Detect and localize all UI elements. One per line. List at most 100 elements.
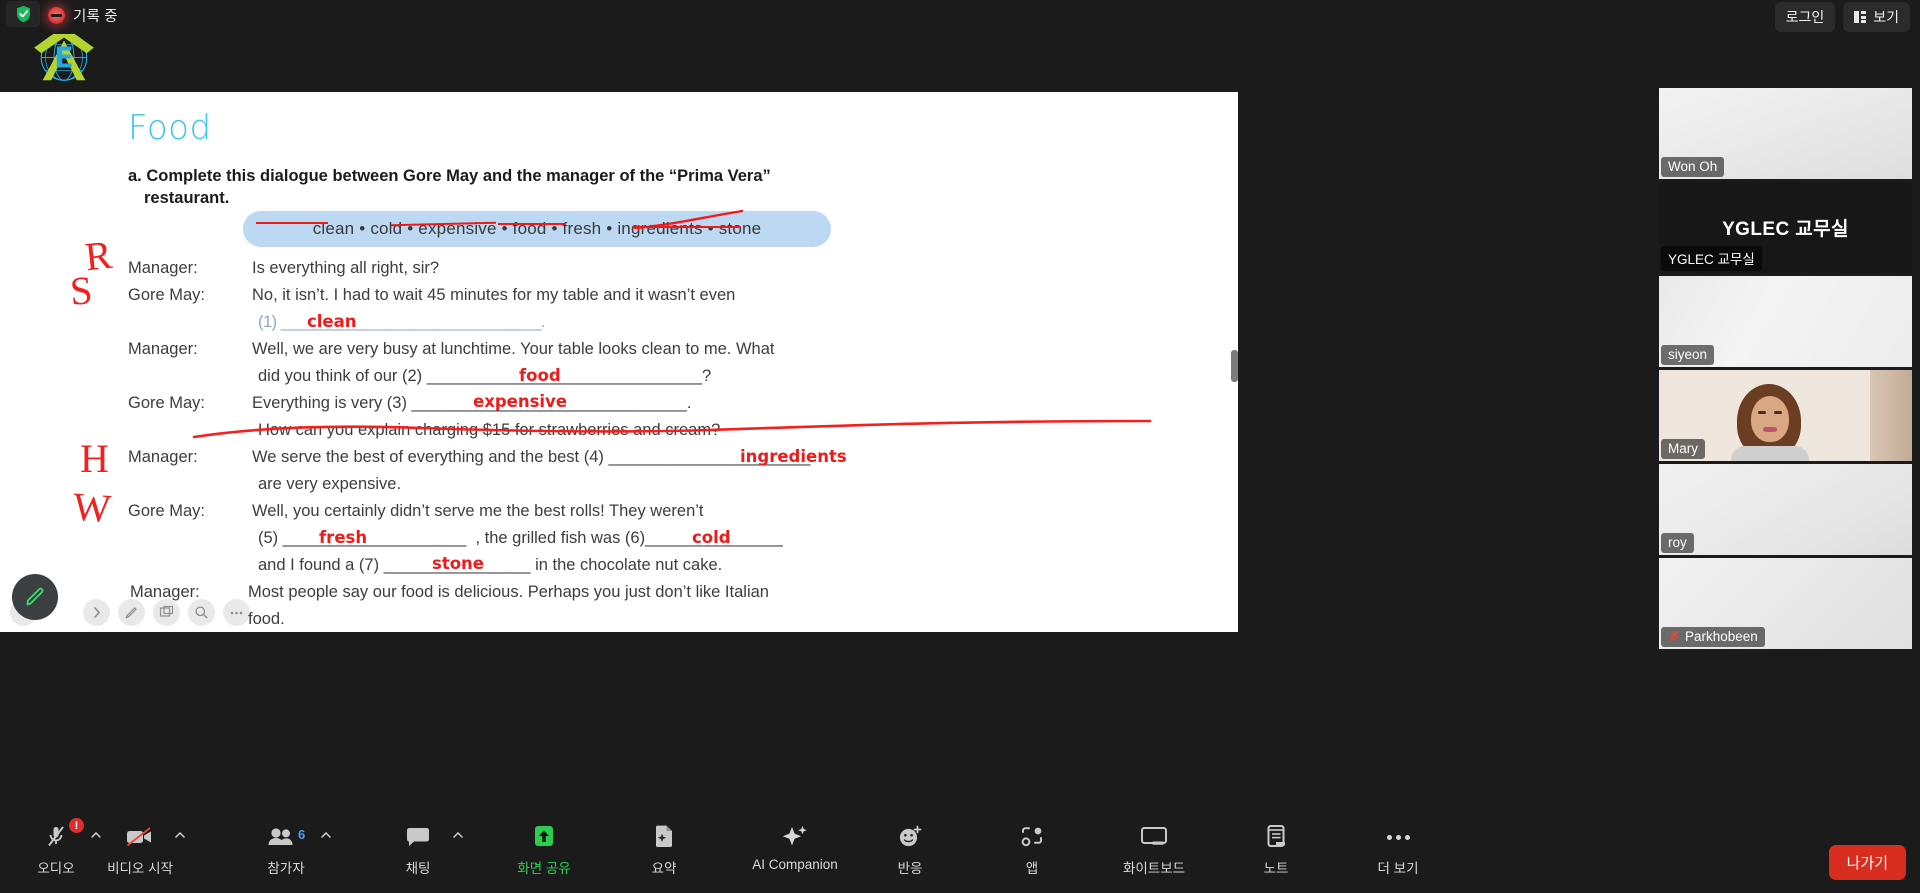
speaker-label: Gore May: [128,394,206,412]
recording-dot-icon [48,6,65,24]
chevron-up-icon[interactable] [452,829,464,841]
dialogue-text: (5) ____________________ , the grilled f… [258,529,783,547]
participant-name-badge: siyeon [1661,345,1715,365]
toolbar-label: 화면 공유 [517,861,571,876]
dialogue-text: (1) ______________________________. [258,313,546,331]
dialogue-text: Most people say our food is delicious. P… [248,583,769,601]
participant-display-name: YGLEC 교무실 [1722,219,1849,240]
zoom-meeting-window: 기록 중 로그인 보기 E Food a. Complete this dial [0,0,1920,893]
video-placeholder [1659,464,1912,555]
dialogue-row: Manager: Most people say our food is deli… [128,584,1128,611]
speaker-label: Manager: [128,259,198,277]
microphone-muted-icon [44,823,68,851]
toolbar-participants-button[interactable]: 6 참가자 [244,809,331,877]
dialogue-text: Everything is very (3) _________________… [252,394,692,412]
dialogue-row: Manager: Well, we are very busy at luncht… [128,341,1128,368]
annotation-more-icon[interactable] [223,599,250,626]
toolbar-label: AI Companion [752,857,838,872]
ink-long-underline [192,419,1152,439]
dialogue-row: and I found a (7) ________________ in th… [128,557,1128,584]
annotation-zoom-icon[interactable] [188,599,215,626]
dialogue-text: Is everything all right, sir? [252,259,440,277]
reactions-icon [897,823,923,851]
annotation-next-icon[interactable] [83,599,110,626]
dialogue-text: No, it isn’t. I had to wait 45 minutes f… [252,286,736,304]
participant-name: Mary [1668,441,1698,456]
participant-tile[interactable]: Won Oh [1659,88,1912,179]
login-label: 로그인 [1785,9,1825,25]
instruction-line-1: a. Complete this dialogue between Gore M… [128,167,771,185]
toolbar-notes-button[interactable]: 노트 [1234,809,1318,877]
chevron-up-icon[interactable] [174,829,186,841]
chevron-up-icon[interactable] [320,829,332,841]
dialogue-row: (5) ____________________ , the grilled f… [128,530,1128,557]
speaker-label: Manager: [128,340,198,358]
dialogue-text: and I found a (7) ________________ in th… [258,556,723,574]
dialogue-text: did you think of our (2) _______________… [258,367,712,385]
whiteboard-icon [1139,823,1169,851]
participant-name-badge: roy [1661,533,1694,553]
share-screen-icon [530,823,558,851]
dialogue-row: Gore May: Well, you certainly didn’t serv… [128,503,1128,530]
participant-tile[interactable]: Parkhobeen [1659,558,1912,649]
ink-margin-letter-s: S [68,267,94,314]
layout-grid-icon [1854,11,1867,23]
dialogue-text: food. [248,610,285,628]
dialogue-row: Manager: We serve the best of everything … [128,449,1128,476]
participant-name-badge: Mary [1661,439,1705,459]
ink-margin-letter-w: W [71,483,113,532]
toolbar-share-screen-button[interactable]: 화면 공유 [502,809,586,877]
annotation-pages-icon[interactable] [153,599,180,626]
participant-tile[interactable]: siyeon [1659,276,1912,367]
toolbar-label: 참가자 [267,861,305,876]
toolbar-ai-companion-button[interactable]: AI Companion [740,809,850,872]
participant-tile[interactable]: YGLEC 교무실 YGLEC 교무실 [1659,182,1912,273]
toolbar-whiteboard-button[interactable]: 화이트보드 [1112,809,1196,877]
participant-name: Parkhobeen [1685,629,1758,644]
video-off-icon [125,823,155,851]
view-label: 보기 [1873,9,1899,25]
recording-indicator[interactable]: 기록 중 [48,0,118,30]
notes-icon [1264,823,1288,851]
toolbar-apps-button[interactable]: 앱 [990,809,1074,877]
shared-document-page: Food a. Complete this dialogue between G… [0,92,1238,632]
toolbar-reactions-button[interactable]: 반응 [868,809,952,877]
participant-name-badge: Won Oh [1661,157,1725,177]
dialogue-row: are very expensive. [128,476,1128,503]
top-right-controls: 로그인 보기 [1774,2,1910,32]
leave-label: 나가기 [1846,855,1888,872]
recording-label: 기록 중 [73,8,118,25]
participant-name-badge: Parkhobeen [1661,627,1765,647]
participant-tile[interactable]: Mary [1659,370,1912,461]
dialogue-text: are very expensive. [258,475,402,493]
toolbar-audio-button[interactable]: ! 오디오 [14,809,101,877]
shared-screen-area[interactable]: Food a. Complete this dialogue between G… [0,92,1238,632]
toolbar-video-button[interactable]: 비디오 시작 [98,809,185,877]
leave-meeting-button[interactable]: 나가기 [1828,845,1906,880]
ai-sparkle-icon [781,823,809,851]
participant-name-badge: YGLEC 교무실 [1661,246,1762,271]
top-bar: 기록 중 로그인 보기 [0,0,1920,34]
annotation-pen-icon[interactable] [118,599,145,626]
login-button[interactable]: 로그인 [1774,2,1836,32]
svg-text:E: E [54,42,73,75]
screen-resize-grip[interactable] [1231,350,1238,382]
toolbar-chat-button[interactable]: 채팅 [376,809,463,877]
toolbar-summary-button[interactable]: 요약 [622,809,706,877]
toolbar-more-button[interactable]: 더 보기 [1356,809,1440,877]
instruction-line-2: restaurant. [144,189,230,208]
exercise-instruction: a. Complete this dialogue between Gore M… [128,165,918,210]
participant-name: siyeon [1668,347,1708,362]
annotation-active-pen-button[interactable] [12,574,58,620]
security-shield-icon[interactable] [6,1,40,27]
dialogue-text: Well, you certainly didn’t serve me the … [252,502,704,520]
participant-name: roy [1668,535,1687,550]
view-button[interactable]: 보기 [1843,2,1910,32]
toolbar-label: 반응 [897,861,923,876]
participant-tile[interactable]: roy [1659,464,1912,555]
dialogue-block: Manager: Is everything all right, sir? Go… [128,260,1128,632]
dialogue-row: did you think of our (2) _______________… [128,368,1128,395]
ink-margin-letter-h: H [80,436,109,481]
toolbar-label: 앱 [1025,861,1039,876]
speaker-label: Gore May: [128,286,206,304]
